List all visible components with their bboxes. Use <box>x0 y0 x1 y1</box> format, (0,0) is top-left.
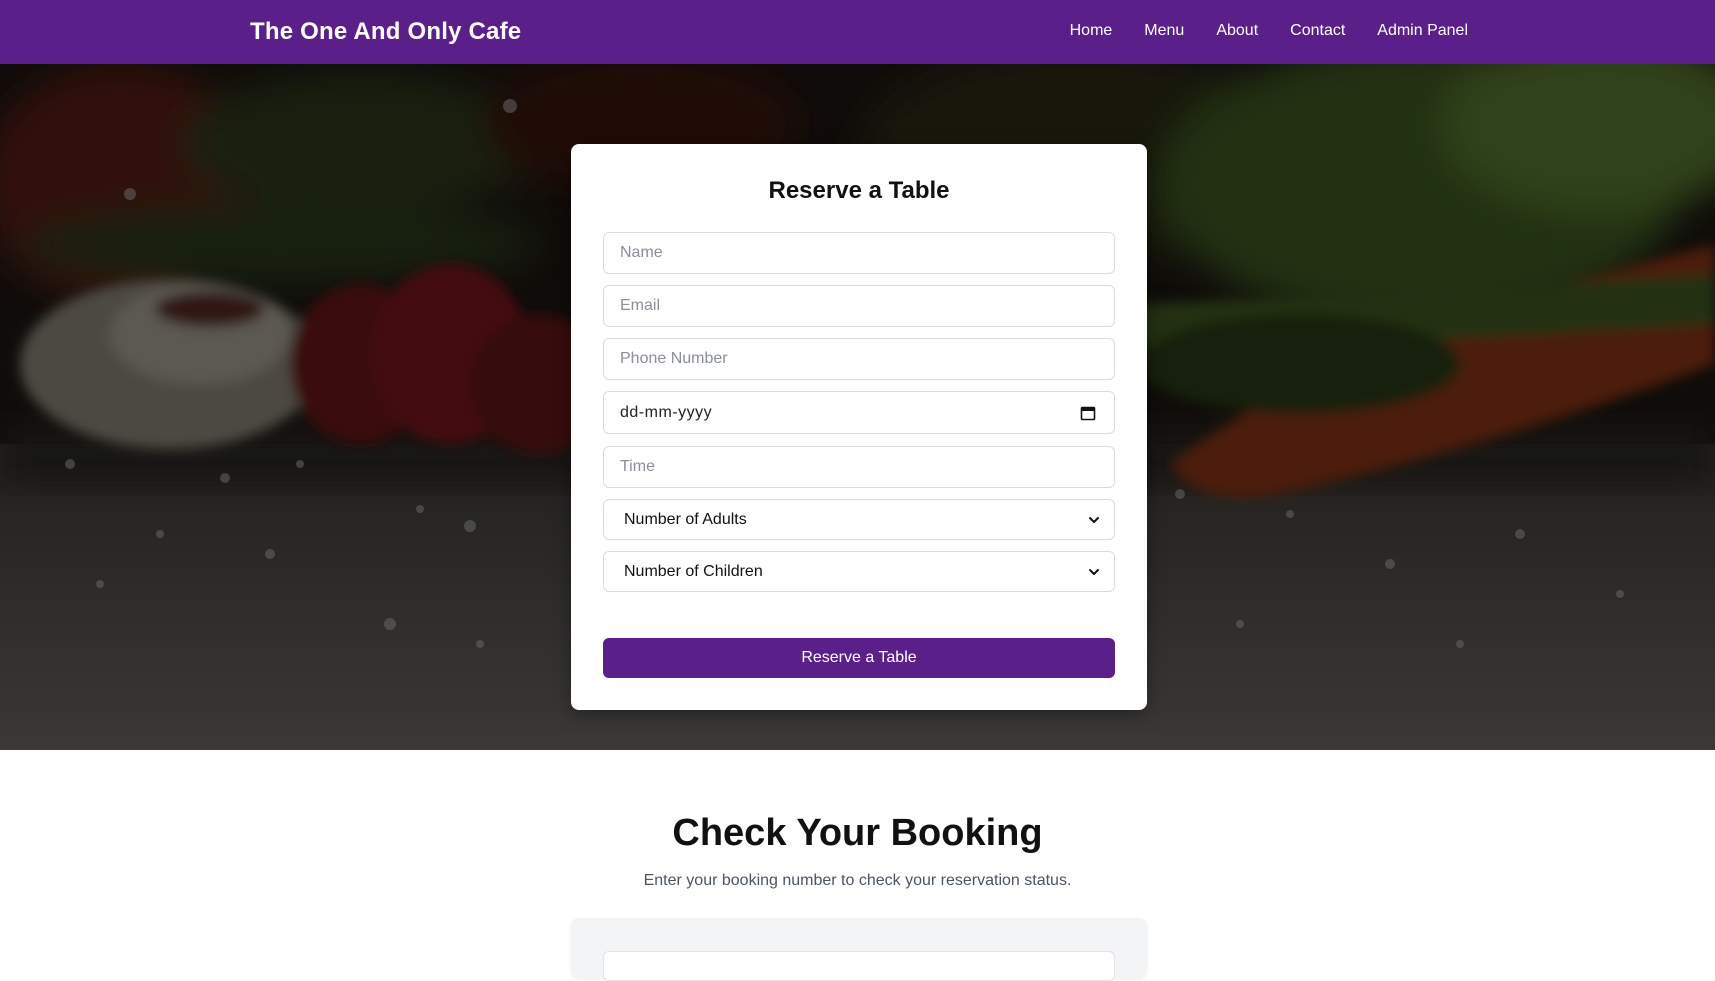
phone-number-input[interactable] <box>603 338 1115 380</box>
nav-links: Home Menu About Contact Admin Panel <box>1070 22 1468 40</box>
date-input-value: dd-mm-yyyy <box>620 403 713 421</box>
nav-link-home[interactable]: Home <box>1070 22 1113 40</box>
check-booking-card <box>571 918 1147 981</box>
children-select[interactable]: Number of Children <box>603 551 1115 592</box>
nav-link-admin-panel[interactable]: Admin Panel <box>1377 22 1468 40</box>
name-input[interactable] <box>603 232 1115 274</box>
chevron-down-icon <box>1089 516 1099 523</box>
reserve-table-button[interactable]: Reserve a Table <box>603 638 1115 678</box>
hero-section: Reserve a Table dd-mm-yyyy Number of Adu… <box>0 64 1715 750</box>
adults-select[interactable]: Number of Adults <box>603 499 1115 540</box>
chevron-down-icon <box>1089 568 1099 575</box>
email-input[interactable] <box>603 285 1115 327</box>
nav-link-about[interactable]: About <box>1216 22 1258 40</box>
reservation-form-title: Reserve a Table <box>768 177 950 204</box>
date-input[interactable]: dd-mm-yyyy <box>603 391 1115 434</box>
brand-logo-text[interactable]: The One And Only Cafe <box>250 18 521 46</box>
check-booking-subtitle: Enter your booking number to check your … <box>643 872 1072 889</box>
check-booking-title: Check Your Booking <box>672 812 1043 854</box>
nav-link-contact[interactable]: Contact <box>1290 22 1345 40</box>
booking-number-input[interactable] <box>603 951 1115 981</box>
nav-link-menu[interactable]: Menu <box>1144 22 1184 40</box>
adults-select-value: Number of Adults <box>624 510 747 528</box>
calendar-icon[interactable] <box>1080 405 1096 421</box>
navbar: The One And Only Cafe Home Menu About Co… <box>0 0 1715 64</box>
reservation-form-card: Reserve a Table dd-mm-yyyy Number of Adu… <box>571 144 1147 710</box>
children-select-value: Number of Children <box>624 562 763 580</box>
time-input[interactable] <box>603 446 1115 488</box>
